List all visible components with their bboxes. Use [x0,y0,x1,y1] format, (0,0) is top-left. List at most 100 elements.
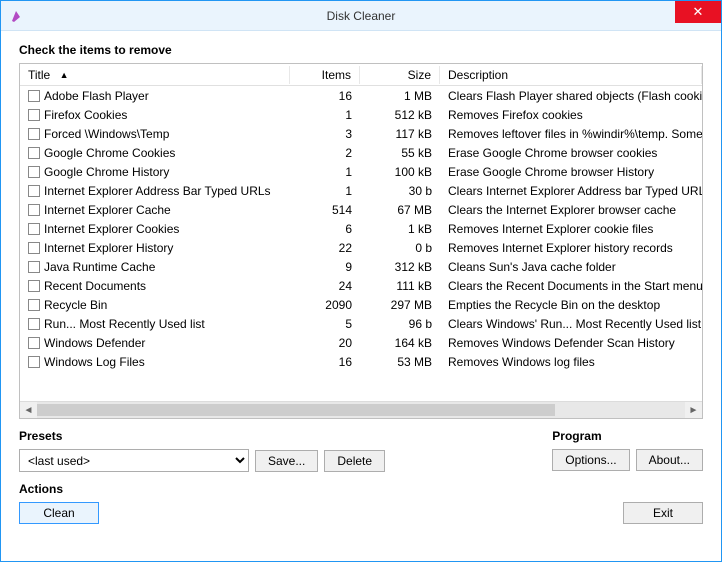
scroll-track[interactable] [37,402,685,418]
program-label: Program [552,429,703,443]
row-items: 16 [290,355,360,369]
table-row[interactable]: Google Chrome Cookies255 kBErase Google … [20,143,702,162]
row-items: 24 [290,279,360,293]
row-description: Empties the Recycle Bin on the desktop [440,298,702,312]
row-description: Clears the Internet Explorer browser cac… [440,203,702,217]
table-row[interactable]: Internet Explorer Address Bar Typed URLs… [20,181,702,200]
save-button[interactable]: Save... [255,450,318,472]
table-row[interactable]: Run... Most Recently Used list596 bClear… [20,314,702,333]
table-row[interactable]: Recycle Bin 2090297 MBEmpties the Recycle… [20,295,702,314]
clean-button[interactable]: Clean [19,502,99,524]
row-size: 297 MB [360,298,440,312]
row-items: 5 [290,317,360,331]
row-items: 22 [290,241,360,255]
col-header-title-label: Title [28,68,50,82]
row-size: 55 kB [360,146,440,160]
row-size: 1 MB [360,89,440,103]
row-description: Cleans Sun's Java cache folder [440,260,702,274]
row-description: Removes Windows log files [440,355,702,369]
row-checkbox[interactable] [28,242,40,254]
row-title: Internet Explorer Cache [44,203,171,217]
row-description: Removes Internet Explorer cookie files [440,222,702,236]
row-description: Removes Firefox cookies [440,108,702,122]
row-description: Removes leftover files in %windir%\temp.… [440,127,702,141]
row-size: 96 b [360,317,440,331]
table-row[interactable]: Internet Explorer Cache 51467 MBClears th… [20,200,702,219]
row-checkbox[interactable] [28,337,40,349]
row-description: Erase Google Chrome browser cookies [440,146,702,160]
table-row[interactable]: Java Runtime Cache9312 kBCleans Sun's Ja… [20,257,702,276]
row-checkbox[interactable] [28,185,40,197]
exit-button[interactable]: Exit [623,502,703,524]
table-row[interactable]: Firefox Cookies1512 kBRemoves Firefox co… [20,105,702,124]
table-row[interactable]: Internet Explorer History 220 bRemoves In… [20,238,702,257]
row-checkbox[interactable] [28,90,40,102]
horizontal-scrollbar[interactable]: ◄ ► [20,401,702,418]
items-table: Title ▲ Items Size Description Adobe Fla… [19,63,703,419]
col-header-items[interactable]: Items [290,66,360,84]
row-title: Recent Documents [44,279,146,293]
row-size: 67 MB [360,203,440,217]
row-title: Run... Most Recently Used list [44,317,205,331]
page-heading: Check the items to remove [19,43,703,57]
row-size: 512 kB [360,108,440,122]
table-row[interactable]: Adobe Flash Player161 MBClears Flash Pla… [20,86,702,105]
actions-label: Actions [19,482,99,496]
col-header-title[interactable]: Title ▲ [20,66,290,84]
row-items: 514 [290,203,360,217]
window-title: Disk Cleaner [1,9,721,23]
row-items: 2090 [290,298,360,312]
row-title: Adobe Flash Player [44,89,149,103]
options-button[interactable]: Options... [552,449,629,471]
row-size: 117 kB [360,127,440,141]
table-body: Adobe Flash Player 16 1 MBClears Flash Pla… [20,86,702,401]
row-checkbox[interactable] [28,223,40,235]
row-items: 2 [290,146,360,160]
row-size: 30 b [360,184,440,198]
row-title: Internet Explorer History [44,241,173,255]
row-title: Internet Explorer Cookies [44,222,179,236]
table-row[interactable]: Windows Log Files1653 MBRemoves Windows … [20,352,702,371]
row-checkbox[interactable] [28,318,40,330]
row-description: Erase Google Chrome browser History [440,165,702,179]
row-size: 100 kB [360,165,440,179]
close-button[interactable]: ✕ [675,1,721,23]
row-checkbox[interactable] [28,261,40,273]
row-size: 1 kB [360,222,440,236]
row-checkbox[interactable] [28,280,40,292]
table-row[interactable]: Recent Documents 24111 kBClears the Recen… [20,276,702,295]
row-checkbox[interactable] [28,147,40,159]
row-checkbox[interactable] [28,356,40,368]
row-title: Recycle Bin [44,298,107,312]
delete-button[interactable]: Delete [324,450,385,472]
scroll-left-icon[interactable]: ◄ [20,402,37,419]
about-button[interactable]: About... [636,449,703,471]
row-checkbox[interactable] [28,128,40,140]
scroll-thumb[interactable] [37,404,555,416]
row-description: Removes Internet Explorer history record… [440,241,702,255]
app-icon [9,8,25,24]
row-checkbox[interactable] [28,166,40,178]
table-header: Title ▲ Items Size Description [20,64,702,86]
col-header-description[interactable]: Description [440,66,702,84]
row-description: Removes Windows Defender Scan History [440,336,702,350]
row-items: 9 [290,260,360,274]
row-size: 0 b [360,241,440,255]
table-row[interactable]: Forced \Windows\Temp3117 kBRemoves lefto… [20,124,702,143]
col-header-size[interactable]: Size [360,66,440,84]
row-checkbox[interactable] [28,204,40,216]
row-description: Clears Flash Player shared objects (Flas… [440,89,702,103]
row-items: 1 [290,165,360,179]
row-checkbox[interactable] [28,109,40,121]
row-title: Forced \Windows\Temp [44,127,169,141]
scroll-right-icon[interactable]: ► [685,402,702,419]
table-row[interactable]: Internet Explorer Cookies61 kBRemoves In… [20,219,702,238]
row-size: 111 kB [360,279,440,293]
presets-select[interactable]: <last used> [19,449,249,472]
row-description: Clears the Recent Documents in the Start… [440,279,702,293]
row-checkbox[interactable] [28,299,40,311]
table-row[interactable]: Google Chrome History1100 kBErase Google… [20,162,702,181]
row-title: Internet Explorer Address Bar Typed URLs [44,184,271,198]
row-size: 53 MB [360,355,440,369]
table-row[interactable]: Windows Defender20164 kBRemoves Windows … [20,333,702,352]
